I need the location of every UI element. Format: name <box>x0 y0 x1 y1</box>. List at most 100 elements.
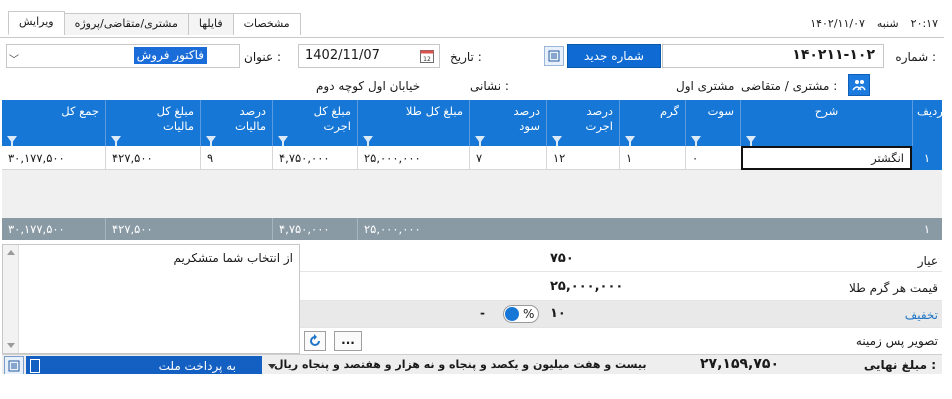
clock-weekday: شنبه <box>876 17 899 30</box>
customer-label: مشتری / متقاضی : <box>741 79 838 93</box>
tab-edit[interactable]: ویرایش <box>8 11 65 35</box>
filter-icon[interactable] <box>552 136 562 146</box>
col-tax-total[interactable]: مبلغ کل مالیات <box>105 100 200 146</box>
title-field[interactable]: ﹀ فاکتور فروش <box>6 44 240 68</box>
discount-value[interactable]: ۱۰ <box>550 306 566 321</box>
browse-button[interactable]: ... <box>334 331 362 351</box>
col-sut[interactable]: سوت <box>685 100 740 146</box>
ayar-value[interactable]: ۷۵۰ <box>550 251 574 266</box>
cell-tax-total[interactable]: ۴۲۷,۵۰۰ <box>105 146 200 170</box>
cell-row: ۱ <box>912 146 942 170</box>
grid-empty-area[interactable] <box>2 170 942 218</box>
number-field[interactable]: ۱۴۰۲۱۱-۱۰۲ <box>662 44 884 68</box>
clock-date: ۱۴۰۲/۱۱/۰۷ <box>810 17 865 30</box>
col-row[interactable]: ردیف <box>912 100 943 146</box>
cell-labor-total[interactable]: ۴,۷۵۰,۰۰۰ <box>272 146 357 170</box>
filter-icon[interactable] <box>278 136 288 146</box>
bank-icon <box>30 359 40 373</box>
chevron-down-icon[interactable]: ﹀ <box>9 51 19 66</box>
col-tax-percent[interactable]: درصد مالیات <box>200 100 272 146</box>
filter-icon[interactable] <box>363 136 373 146</box>
col-labor-percent[interactable]: درصد اجرت <box>546 100 619 146</box>
gram-price-label: قیمت هر گرم طلا <box>849 281 938 295</box>
tab-specs[interactable]: مشخصات <box>232 13 301 35</box>
col-grand-total-label: جمع کل <box>61 104 99 118</box>
filter-icon[interactable] <box>746 136 756 146</box>
cell-tax-percent[interactable]: ۹ <box>200 146 272 170</box>
col-profit-percent-label: درصد سود <box>513 104 540 133</box>
ayar-row: ۷۵۰ عیار <box>300 244 942 272</box>
notes-scrollbar[interactable] <box>3 245 19 353</box>
svg-text:12: 12 <box>423 56 431 63</box>
new-number-button[interactable]: شماره جدید <box>567 44 661 68</box>
filter-icon[interactable] <box>475 136 485 146</box>
final-amount-label: مبلغ نهایی : <box>863 358 936 372</box>
total-labor: ۴,۷۵۰,۰۰۰ <box>272 218 357 240</box>
gram-price-row: ۲۵,۰۰۰,۰۰۰ قیمت هر گرم طلا <box>300 272 942 301</box>
payment-select[interactable]: به پرداخت ملت <box>26 356 276 376</box>
footer-bar: به پرداخت ملت بیست و هفت میلیون و یکصد و… <box>2 354 942 376</box>
number-label: شماره : <box>895 50 936 64</box>
col-gold-total[interactable]: مبلغ کل طلا <box>357 100 469 146</box>
number-value: ۱۴۰۲۱۱-۱۰۲ <box>792 47 875 63</box>
col-labor-total[interactable]: مبلغ کل اجرت <box>272 100 357 146</box>
tab-customer-project[interactable]: مشتری/متقاضی/پروژه <box>63 13 189 35</box>
col-gold-total-label: مبلغ کل طلا <box>405 104 463 118</box>
col-description[interactable]: شرح <box>740 100 912 146</box>
list-icon[interactable] <box>4 356 24 376</box>
col-gram[interactable]: گرم <box>619 100 685 146</box>
clock-time: ۲۰:۱۷ <box>910 17 938 30</box>
filter-icon[interactable] <box>7 136 17 146</box>
background-row: ... تصویر پس زمینه <box>300 328 942 354</box>
percent-toggle[interactable]: % <box>503 305 539 323</box>
payment-value: به پرداخت ملت <box>158 359 236 373</box>
filter-icon[interactable] <box>111 136 121 146</box>
col-labor-total-label: مبلغ کل اجرت <box>313 104 351 133</box>
date-value: 1402/11/07 <box>305 48 380 63</box>
cell-gold-total[interactable]: ۲۵,۰۰۰,۰۰۰ <box>357 146 469 170</box>
filter-icon[interactable] <box>206 136 216 146</box>
col-gram-label: گرم <box>660 104 679 118</box>
cell-grand-total[interactable]: ۳۰,۱۷۷,۵۰۰ <box>2 146 105 170</box>
clock: ۲۰:۱۷ شنبه ۱۴۰۲/۱۱/۰۷ <box>810 17 938 30</box>
scroll-up-icon[interactable] <box>7 250 15 255</box>
filter-icon[interactable] <box>625 136 635 146</box>
customer-value: مشتری اول <box>676 79 735 93</box>
refresh-icon[interactable] <box>304 331 326 351</box>
tab-bar: ویرایش مشتری/متقاضی/پروژه فایلها مشخصات <box>8 11 301 35</box>
gram-price-value[interactable]: ۲۵,۰۰۰,۰۰۰ <box>550 279 623 294</box>
total-gold: ۲۵,۰۰۰,۰۰۰ <box>357 218 469 240</box>
totals-row: ۱ ۲۵,۰۰۰,۰۰۰ ۴,۷۵۰,۰۰۰ ۴۲۷,۵۰۰ ۳۰,۱۷۷,۵۰… <box>2 218 942 240</box>
discount-label[interactable]: تخفیف <box>905 308 938 322</box>
cell-sut[interactable]: ۰ <box>685 146 740 170</box>
summary-panel: ۷۵۰ عیار ۲۵,۰۰۰,۰۰۰ قیمت هر گرم طلا - % … <box>300 244 942 354</box>
notes-textarea[interactable]: از انتخاب شما متشکریم <box>2 244 300 354</box>
tab-files[interactable]: فایلها <box>187 13 234 35</box>
title-value: فاکتور فروش <box>133 47 207 64</box>
cell-profit-percent[interactable]: ۷ <box>469 146 546 170</box>
address-label: نشانی : <box>470 79 509 93</box>
date-field[interactable]: 1402/11/07 12 <box>298 44 440 68</box>
ayar-label: عیار <box>917 254 938 268</box>
col-grand-total[interactable]: جمع کل <box>2 100 105 146</box>
list-icon[interactable] <box>544 46 564 66</box>
title-label: عنوان : <box>244 50 281 64</box>
torn-edge <box>0 374 952 399</box>
total-tax: ۴۲۷,۵۰۰ <box>105 218 200 240</box>
invoice-window: ویرایش مشتری/متقاضی/پروژه فایلها مشخصات … <box>0 0 952 399</box>
col-tax-total-label: مبلغ کل مالیات <box>156 104 194 133</box>
cell-gram[interactable]: ۱ <box>619 146 685 170</box>
scroll-down-icon[interactable] <box>7 343 15 348</box>
final-amount-words: بیست و هفت میلیون و یکصد و پنجاه و نه هز… <box>274 358 647 371</box>
customers-icon[interactable] <box>848 74 870 96</box>
cell-description[interactable]: انگشتر <box>741 146 912 170</box>
calendar-icon[interactable]: 12 <box>419 48 435 67</box>
col-tax-percent-label: درصد مالیات <box>235 104 266 133</box>
col-profit-percent[interactable]: درصد سود <box>469 100 546 146</box>
filter-icon[interactable] <box>691 136 701 146</box>
address-value: خیابان اول کوچه دوم <box>316 79 421 93</box>
cell-labor-percent[interactable]: ۱۲ <box>546 146 619 170</box>
table-row[interactable]: ۱ انگشتر ۰ ۱ ۱۲ ۷ ۲۵,۰۰۰,۰۰۰ ۴,۷۵۰,۰۰۰ ۹… <box>2 146 942 170</box>
background-label: تصویر پس زمینه <box>855 334 938 348</box>
discount-row: - % ۱۰ تخفیف <box>300 301 942 328</box>
